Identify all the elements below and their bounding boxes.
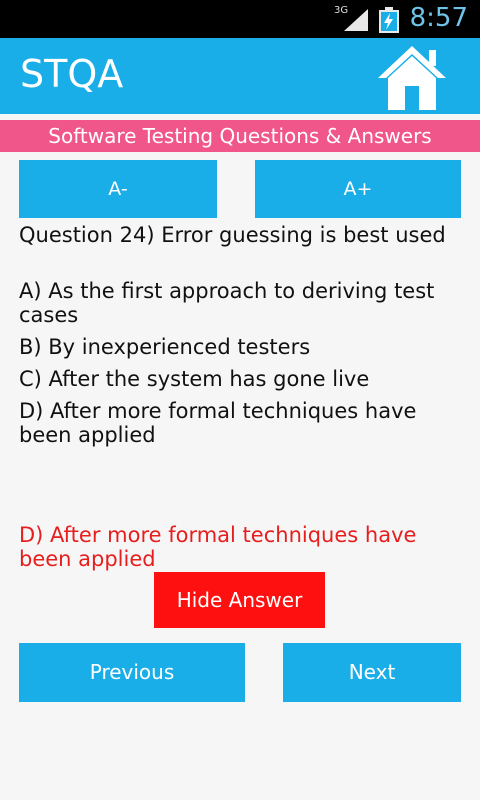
option-c[interactable]: C) After the system has gone live [19, 367, 469, 391]
option-b[interactable]: B) By inexperienced testers [19, 335, 469, 359]
option-a[interactable]: A) As the first approach to deriving tes… [19, 279, 469, 327]
next-button[interactable]: Next [283, 643, 461, 702]
app-subtitle: Software Testing Questions & Answers [0, 120, 480, 152]
battery-charging-icon [379, 7, 399, 33]
question-text: Question 24) Error guessing is best used [19, 223, 446, 247]
home-icon[interactable] [374, 42, 450, 112]
previous-button[interactable]: Previous [19, 643, 245, 702]
signal-icon [344, 9, 368, 31]
clock: 8:57 [409, 3, 468, 33]
increase-font-button[interactable]: A+ [255, 160, 461, 218]
app-title: STQA [20, 52, 124, 96]
status-bar: 3G 8:57 [0, 0, 480, 38]
decrease-font-button[interactable]: A- [19, 160, 217, 218]
app-bar: STQA [0, 38, 480, 114]
hide-answer-button[interactable]: Hide Answer [154, 572, 325, 628]
correct-answer: D) After more formal techniques have bee… [19, 523, 417, 571]
option-d[interactable]: D) After more formal techniques have bee… [19, 399, 469, 447]
